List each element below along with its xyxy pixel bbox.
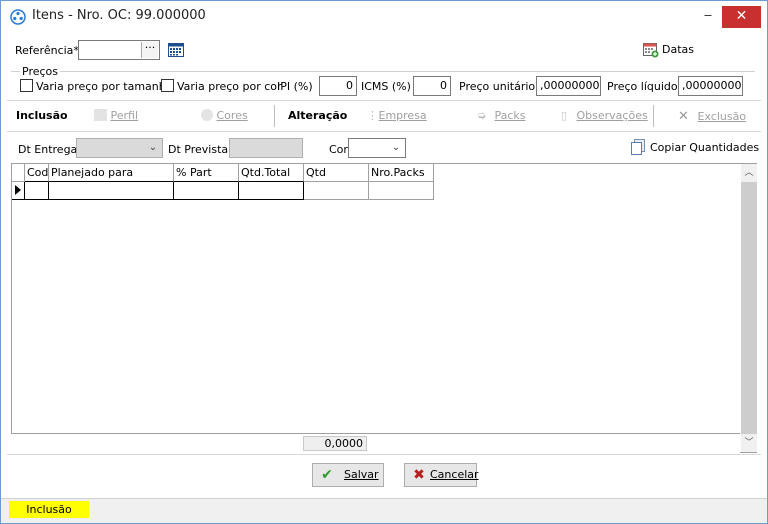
column-header-qtd-total[interactable]: Qtd.Total xyxy=(239,164,304,182)
grid-vertical-scrollbar[interactable]: ︿ ﹀ xyxy=(741,164,757,452)
scroll-down-icon[interactable]: ﹀ xyxy=(741,434,757,452)
preco-unitario-input[interactable]: ,000000000 xyxy=(536,76,601,96)
button-bar: ✔ Salvar ✖ Cancelar xyxy=(7,454,761,494)
row-pointer-icon xyxy=(15,185,21,195)
preco-unitario-label: Preço unitário: xyxy=(459,80,539,93)
row-indicator[interactable] xyxy=(12,182,25,200)
cancelar-label: Cancelar xyxy=(430,468,479,481)
form-content: Referência* ··· Datas Preços Varia preço… xyxy=(7,32,761,496)
perfil-button[interactable]: Perfil xyxy=(94,109,138,122)
packs-label: Packs xyxy=(494,109,526,122)
cell-part[interactable] xyxy=(174,182,239,200)
icms-input[interactable]: 0 xyxy=(413,76,451,96)
items-grid[interactable]: Cod Planejado para % Part Qtd.Total Qtd … xyxy=(11,163,757,453)
salvar-label: Salvar xyxy=(344,468,379,481)
cell-cod[interactable] xyxy=(25,182,49,200)
alteracao-section-label: Alteração xyxy=(288,109,348,122)
cell-qtd[interactable] xyxy=(304,182,369,200)
items-window: Itens - Nro. OC: 99.000000 ‒ ✕ Referênci… xyxy=(0,0,768,524)
toolbar-divider-2 xyxy=(653,105,654,127)
chevron-down-icon: ⌄ xyxy=(148,142,158,153)
ipi-input[interactable]: 0 xyxy=(319,76,357,96)
ipi-label: IPI (%) xyxy=(277,80,313,93)
cores-label: Cores xyxy=(216,109,248,122)
calendar-add-icon xyxy=(643,43,659,58)
checkmark-icon: ✔ xyxy=(321,467,333,483)
column-header-qtd[interactable]: Qtd xyxy=(304,164,369,182)
copiar-quantidades-button[interactable]: Copiar Quantidades xyxy=(631,139,759,157)
window-title: Itens - Nro. OC: 99.000000 xyxy=(32,8,206,23)
perfil-icon xyxy=(94,109,107,121)
varia-tamanho-label: Varia preço por tamanho xyxy=(36,80,173,93)
dt-entrega-select[interactable]: ⌄ xyxy=(76,138,163,158)
perfil-label: Perfil xyxy=(110,109,139,122)
status-badge: Inclusão xyxy=(9,501,89,518)
title-bar: Itens - Nro. OC: 99.000000 ‒ ✕ xyxy=(1,1,767,32)
varia-cor-checkbox[interactable] xyxy=(161,79,174,92)
inclusao-section-label: Inclusão xyxy=(16,109,68,122)
varia-cor-label: Varia preço por cor xyxy=(177,80,282,93)
dt-prevista-input[interactable] xyxy=(229,138,303,158)
copy-icon xyxy=(631,139,645,155)
cores-icon xyxy=(201,109,213,121)
preco-liquido-input[interactable]: ,000000000 xyxy=(678,76,743,96)
referencia-browse-button[interactable]: ··· xyxy=(141,42,158,58)
cor-label: Cor xyxy=(329,143,348,156)
observacoes-icon: ▯ xyxy=(561,109,568,122)
total-qtd-value: 0,0000 xyxy=(303,436,367,451)
observacoes-label: Observações xyxy=(576,109,648,122)
column-header-cod[interactable]: Cod xyxy=(25,164,49,182)
cor-select[interactable]: ⌄ xyxy=(348,138,406,158)
column-header-planejado[interactable]: Planejado para xyxy=(49,164,174,182)
cores-button[interactable]: Cores xyxy=(201,109,248,122)
exclusao-button[interactable]: ✕ Exclusão xyxy=(678,109,746,124)
cancel-x-icon: ✖ xyxy=(413,467,425,483)
column-header-nro-packs[interactable]: Nro.Packs xyxy=(369,164,434,182)
icms-label: ICMS (%) xyxy=(361,80,411,93)
calendar-icon[interactable] xyxy=(168,43,184,57)
app-icon xyxy=(10,9,26,25)
datas-label: Datas xyxy=(662,43,694,56)
cell-qtd-total[interactable] xyxy=(239,182,304,200)
dt-entrega-label: Dt Entrega xyxy=(18,143,78,156)
empresa-button[interactable]: ⋮ Empresa xyxy=(367,109,427,122)
exclusao-label: Exclusão xyxy=(697,110,747,123)
minimize-button[interactable]: ‒ xyxy=(691,1,725,30)
scroll-up-icon[interactable]: ︿ xyxy=(741,164,757,182)
close-button[interactable]: ✕ xyxy=(722,6,761,28)
preco-liquido-label: Preço líquido: xyxy=(607,80,682,93)
referencia-label: Referência* xyxy=(15,44,79,57)
scroll-thumb[interactable] xyxy=(741,182,757,434)
toolbar-divider xyxy=(274,105,275,127)
cancelar-button[interactable]: ✖ Cancelar xyxy=(404,463,479,487)
observacoes-button[interactable]: ▯ Observações xyxy=(561,109,648,122)
grid-corner xyxy=(12,164,25,182)
empresa-icon: ⋮ xyxy=(367,109,378,122)
delete-icon: ✕ xyxy=(678,109,689,124)
cell-nro-packs[interactable] xyxy=(369,182,434,200)
empresa-label: Empresa xyxy=(378,109,427,122)
chevron-down-icon: ⌄ xyxy=(391,142,401,153)
copiar-quantidades-label: Copiar Quantidades xyxy=(650,141,760,154)
datas-button[interactable]: Datas xyxy=(643,41,703,59)
salvar-button[interactable]: ✔ Salvar xyxy=(312,463,384,487)
grid-footer: 0,0000 xyxy=(11,433,740,453)
column-header-part[interactable]: % Part xyxy=(174,164,239,182)
packs-icon: ➭ xyxy=(477,109,487,122)
cell-planejado[interactable] xyxy=(49,182,174,200)
packs-button[interactable]: ➭ Packs xyxy=(477,109,526,122)
varia-tamanho-checkbox[interactable] xyxy=(20,79,33,92)
action-toolbar: Inclusão Perfil Cores Alteração ⋮ Empres… xyxy=(7,100,761,132)
status-bar: Inclusão xyxy=(1,498,767,523)
precos-group-label: Preços xyxy=(20,65,60,78)
dt-prevista-label: Dt Prevista xyxy=(168,143,229,156)
